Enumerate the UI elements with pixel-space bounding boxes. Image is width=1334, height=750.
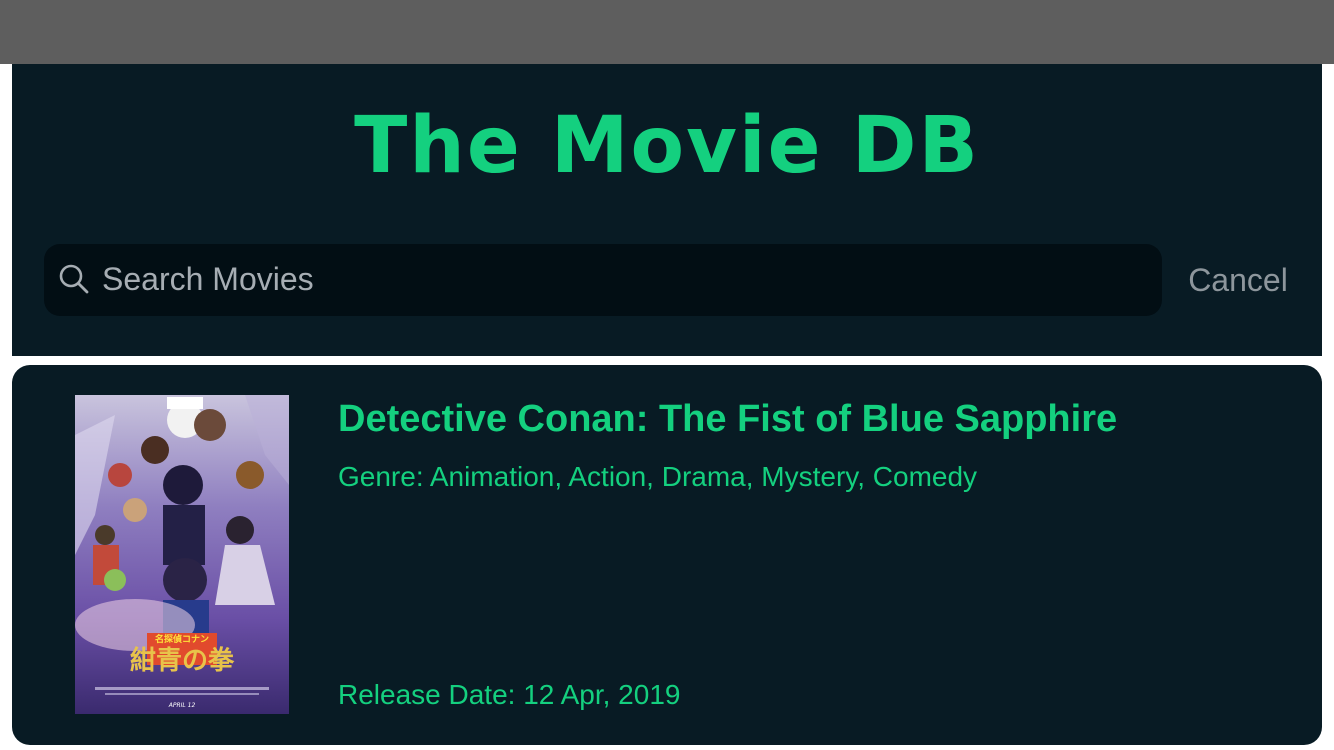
poster-logo-text: 名探偵コナン bbox=[155, 633, 209, 645]
movie-title: Detective Conan: The Fist of Blue Sapphi… bbox=[338, 398, 1118, 440]
search-icon bbox=[59, 264, 89, 294]
poster-date-text: APRIL 12 bbox=[168, 702, 196, 709]
search-input[interactable] bbox=[102, 254, 1142, 304]
movie-poster-image: 名探偵コナン 紺青の拳 APRIL 12 bbox=[75, 395, 289, 714]
poster-title-text: 紺青の拳 bbox=[130, 645, 235, 676]
app-title: The Movie DB bbox=[354, 101, 980, 191]
cancel-button[interactable]: Cancel bbox=[1176, 258, 1300, 302]
movie-release-date: Release Date: 12 Apr, 2019 bbox=[338, 679, 681, 710]
movie-genre: Genre: Animation, Action, Drama, Mystery… bbox=[338, 461, 978, 492]
status-bar bbox=[0, 0, 1334, 64]
